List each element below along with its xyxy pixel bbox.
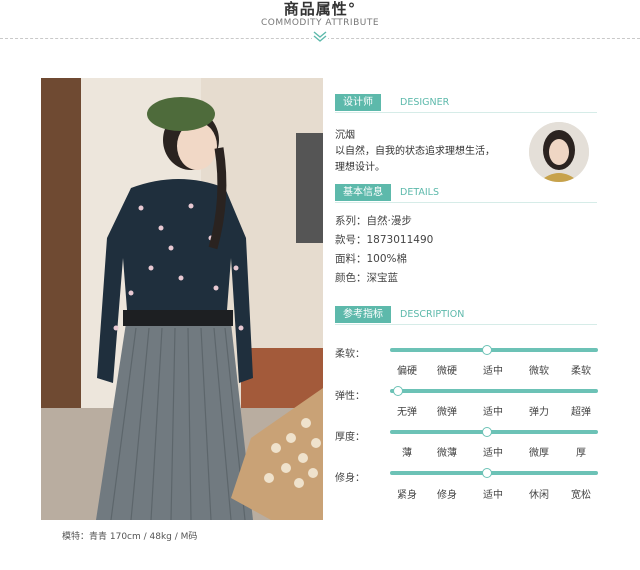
- fit-option: 适中: [483, 490, 503, 501]
- thickness-option: 微厚: [529, 448, 549, 459]
- softness-option: 柔软: [571, 366, 591, 377]
- description-tag-en: DESCRIPTION: [400, 309, 465, 320]
- softness-option: 适中: [483, 366, 503, 377]
- designer-motto-line1: 以自然，自我的状态追求理想生活，: [335, 146, 495, 157]
- attr-label-elasticity: 弹性：: [335, 391, 365, 402]
- designer-motto-line2: 理想设计。: [335, 162, 385, 173]
- fit-option: 修身: [437, 490, 457, 501]
- elasticity-option: 超弹: [571, 407, 591, 418]
- fit-option: 宽松: [571, 490, 591, 501]
- detail-series: 系列：自然·漫步: [335, 215, 412, 227]
- elasticity-knob: [393, 386, 403, 396]
- elasticity-option: 弹力: [529, 407, 549, 418]
- thickness-option: 厚: [576, 448, 586, 459]
- designer-name: 沉烟: [335, 130, 355, 141]
- designer-avatar: [529, 122, 589, 182]
- fit-option: 休闲: [529, 490, 549, 501]
- thickness-slider: [390, 427, 598, 437]
- elasticity-option: 微弹: [437, 407, 457, 418]
- attr-label-softness: 柔软：: [335, 349, 365, 360]
- thickness-knob: [482, 427, 492, 437]
- thickness-option: 微薄: [437, 448, 457, 459]
- softness-option: 微软: [529, 366, 549, 377]
- designer-tag-en: DESIGNER: [400, 97, 450, 108]
- description-section-header: 参考指标 DESCRIPTION: [335, 306, 597, 325]
- designer-rule: [335, 112, 597, 113]
- detail-fabric: 面料：100%棉: [335, 253, 408, 265]
- details-section-header: 基本信息 DETAILS: [335, 184, 597, 203]
- description-tag: 参考指标: [335, 306, 391, 323]
- product-photo: [41, 78, 323, 520]
- detail-style-number: 款号：1873011490: [335, 234, 434, 246]
- attr-label-fit: 修身：: [335, 473, 365, 484]
- details-tag: 基本信息: [335, 184, 391, 201]
- details-rule: [335, 202, 597, 203]
- thickness-option: 适中: [483, 448, 503, 459]
- designer-section-header: 设计师 DESIGNER: [335, 94, 597, 113]
- section-title: 商品属性°: [283, 0, 357, 18]
- softness-slider: [390, 345, 598, 355]
- softness-knob: [482, 345, 492, 355]
- elasticity-slider: [390, 386, 598, 396]
- details-tag-en: DETAILS: [400, 187, 440, 198]
- softness-option: 微硬: [437, 366, 457, 377]
- designer-info: 沉烟 以自然，自我的状态追求理想生活， 理想设计。: [335, 128, 525, 176]
- elasticity-option: 适中: [483, 407, 503, 418]
- attr-label-thickness: 厚度：: [335, 432, 365, 443]
- chevron-down-icon: [312, 31, 328, 43]
- fit-slider: [390, 468, 598, 478]
- fit-knob: [482, 468, 492, 478]
- model-caption: 模特：青青 170cm / 48kg / M码: [62, 532, 198, 542]
- designer-tag: 设计师: [335, 94, 381, 111]
- description-rule: [335, 324, 597, 325]
- detail-color: 颜色：深宝蓝: [335, 272, 398, 284]
- section-subtitle: COMMODITY ATTRIBUTE: [260, 18, 380, 28]
